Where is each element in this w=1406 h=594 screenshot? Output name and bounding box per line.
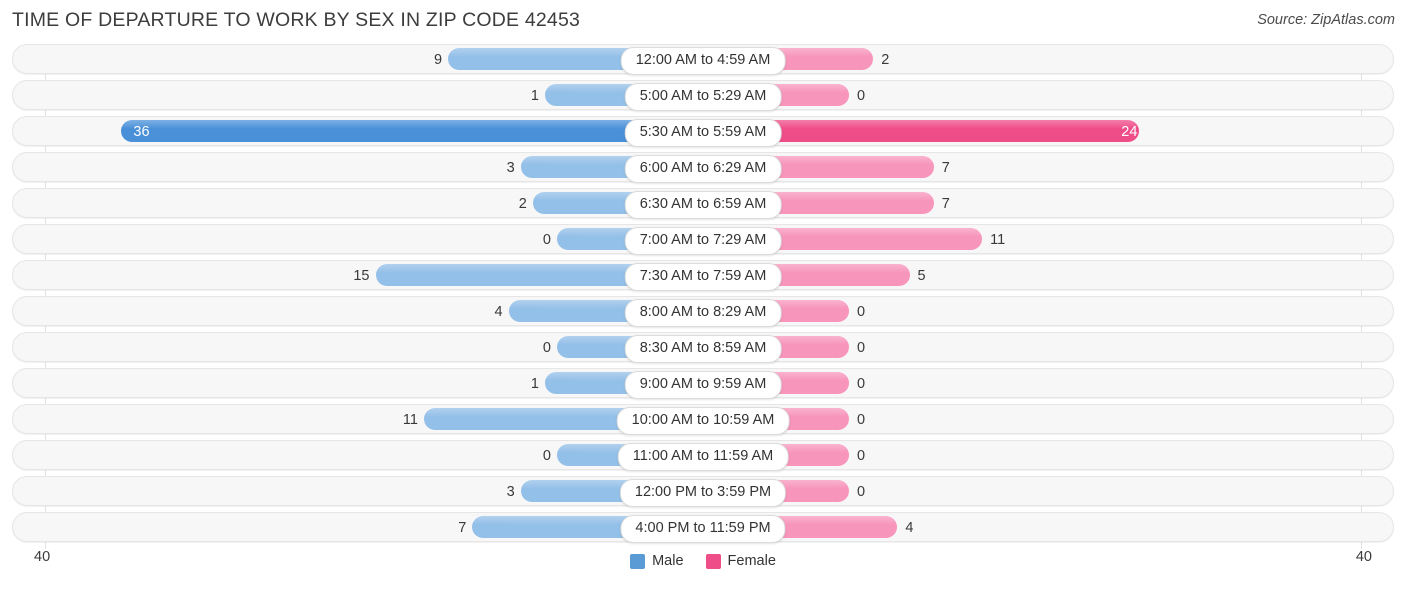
chart-legend: Male Female: [0, 553, 1406, 569]
chart-row[interactable]: 1 0 5:00 AM to 5:29 AM: [12, 80, 1394, 111]
value-male: 11: [402, 412, 418, 428]
category-label: 12:00 PM to 3:59 PM: [619, 479, 787, 507]
chart-row[interactable]: 3 0 12:00 PM to 3:59 PM: [12, 476, 1394, 507]
value-female: 11: [990, 232, 1006, 248]
legend-swatch-male: [630, 553, 646, 569]
value-female: 7: [941, 196, 950, 212]
category-label: 5:00 AM to 5:29 AM: [624, 83, 782, 111]
chart-row[interactable]: 11 0 10:00 AM to 10:59 AM: [12, 404, 1394, 435]
value-male: 15: [353, 268, 370, 284]
category-label: 7:30 AM to 7:59 AM: [624, 263, 782, 291]
chart-rows: 9 2 12:00 AM to 4:59 AM 1 0 5:00 AM to 5:29 A…: [0, 44, 1406, 548]
value-male: 3: [506, 484, 515, 500]
chart-row[interactable]: 2 7 6:30 AM to 6:59 AM: [12, 188, 1394, 219]
value-male: 36: [133, 124, 150, 140]
category-label: 5:30 AM to 5:59 AM: [624, 119, 782, 147]
value-male: 3: [506, 160, 515, 176]
chart-row[interactable]: 1 0 9:00 AM to 9:59 AM: [12, 368, 1394, 399]
chart-row[interactable]: 4 0 8:00 AM to 8:29 AM: [12, 296, 1394, 327]
value-female: 2: [881, 52, 890, 68]
chart-header: TIME OF DEPARTURE TO WORK BY SEX IN ZIP …: [0, 0, 1406, 44]
chart-row[interactable]: 0 0 11:00 AM to 11:59 AM: [12, 440, 1394, 471]
value-female: 0: [857, 484, 866, 500]
value-female: 0: [857, 376, 866, 392]
chart-row[interactable]: 3 7 6:00 AM to 6:29 AM: [12, 152, 1394, 183]
chart-row[interactable]: 0 11 7:00 AM to 7:29 AM: [12, 224, 1394, 255]
value-male: 0: [542, 232, 551, 248]
category-label: 9:00 AM to 9:59 AM: [624, 371, 782, 399]
chart-row[interactable]: 36 24 5:30 AM to 5:59 AM: [12, 116, 1394, 147]
category-label: 6:00 AM to 6:29 AM: [624, 155, 782, 183]
value-female: 5: [917, 268, 926, 284]
value-female: 0: [857, 448, 866, 464]
legend-label-female: Female: [727, 553, 776, 569]
value-female: 24: [1121, 124, 1138, 140]
category-label: 6:30 AM to 6:59 AM: [624, 191, 782, 219]
value-female: 7: [941, 160, 950, 176]
chart-row[interactable]: 15 5 7:30 AM to 7:59 AM: [12, 260, 1394, 291]
value-male: 9: [434, 52, 443, 68]
category-label: 4:00 PM to 11:59 PM: [620, 515, 786, 543]
value-male: 1: [530, 376, 539, 392]
value-female: 0: [857, 88, 866, 104]
category-label: 7:00 AM to 7:29 AM: [624, 227, 782, 255]
category-label: 11:00 AM to 11:59 AM: [617, 443, 789, 471]
page-title: TIME OF DEPARTURE TO WORK BY SEX IN ZIP …: [12, 9, 581, 31]
legend-swatch-female: [705, 553, 721, 569]
category-label: 10:00 AM to 10:59 AM: [616, 407, 790, 435]
value-female: 0: [857, 340, 866, 356]
category-label: 8:00 AM to 8:29 AM: [624, 299, 782, 327]
value-male: 2: [518, 196, 527, 212]
value-male: 0: [542, 340, 551, 356]
value-male: 4: [494, 304, 503, 320]
diverging-bar-chart: 9 2 12:00 AM to 4:59 AM 1 0 5:00 AM to 5:29 A…: [0, 44, 1406, 565]
chart-row[interactable]: 9 2 12:00 AM to 4:59 AM: [12, 44, 1394, 75]
value-male: 0: [542, 448, 551, 464]
category-label: 12:00 AM to 4:59 AM: [620, 47, 786, 75]
value-male: 1: [530, 88, 539, 104]
chart-row[interactable]: 7 4 4:00 PM to 11:59 PM: [12, 512, 1394, 543]
legend-item-female[interactable]: Female: [705, 553, 776, 569]
source-label: Source: ZipAtlas.com: [1257, 12, 1395, 28]
category-label: 8:30 AM to 8:59 AM: [624, 335, 782, 363]
bar-male: [121, 120, 702, 142]
value-female: 4: [905, 520, 914, 536]
value-female: 0: [857, 304, 866, 320]
chart-row[interactable]: 0 0 8:30 AM to 8:59 AM: [12, 332, 1394, 363]
legend-label-male: Male: [652, 553, 684, 569]
value-female: 0: [857, 412, 866, 428]
legend-item-male[interactable]: Male: [630, 553, 684, 569]
value-male: 7: [458, 520, 467, 536]
